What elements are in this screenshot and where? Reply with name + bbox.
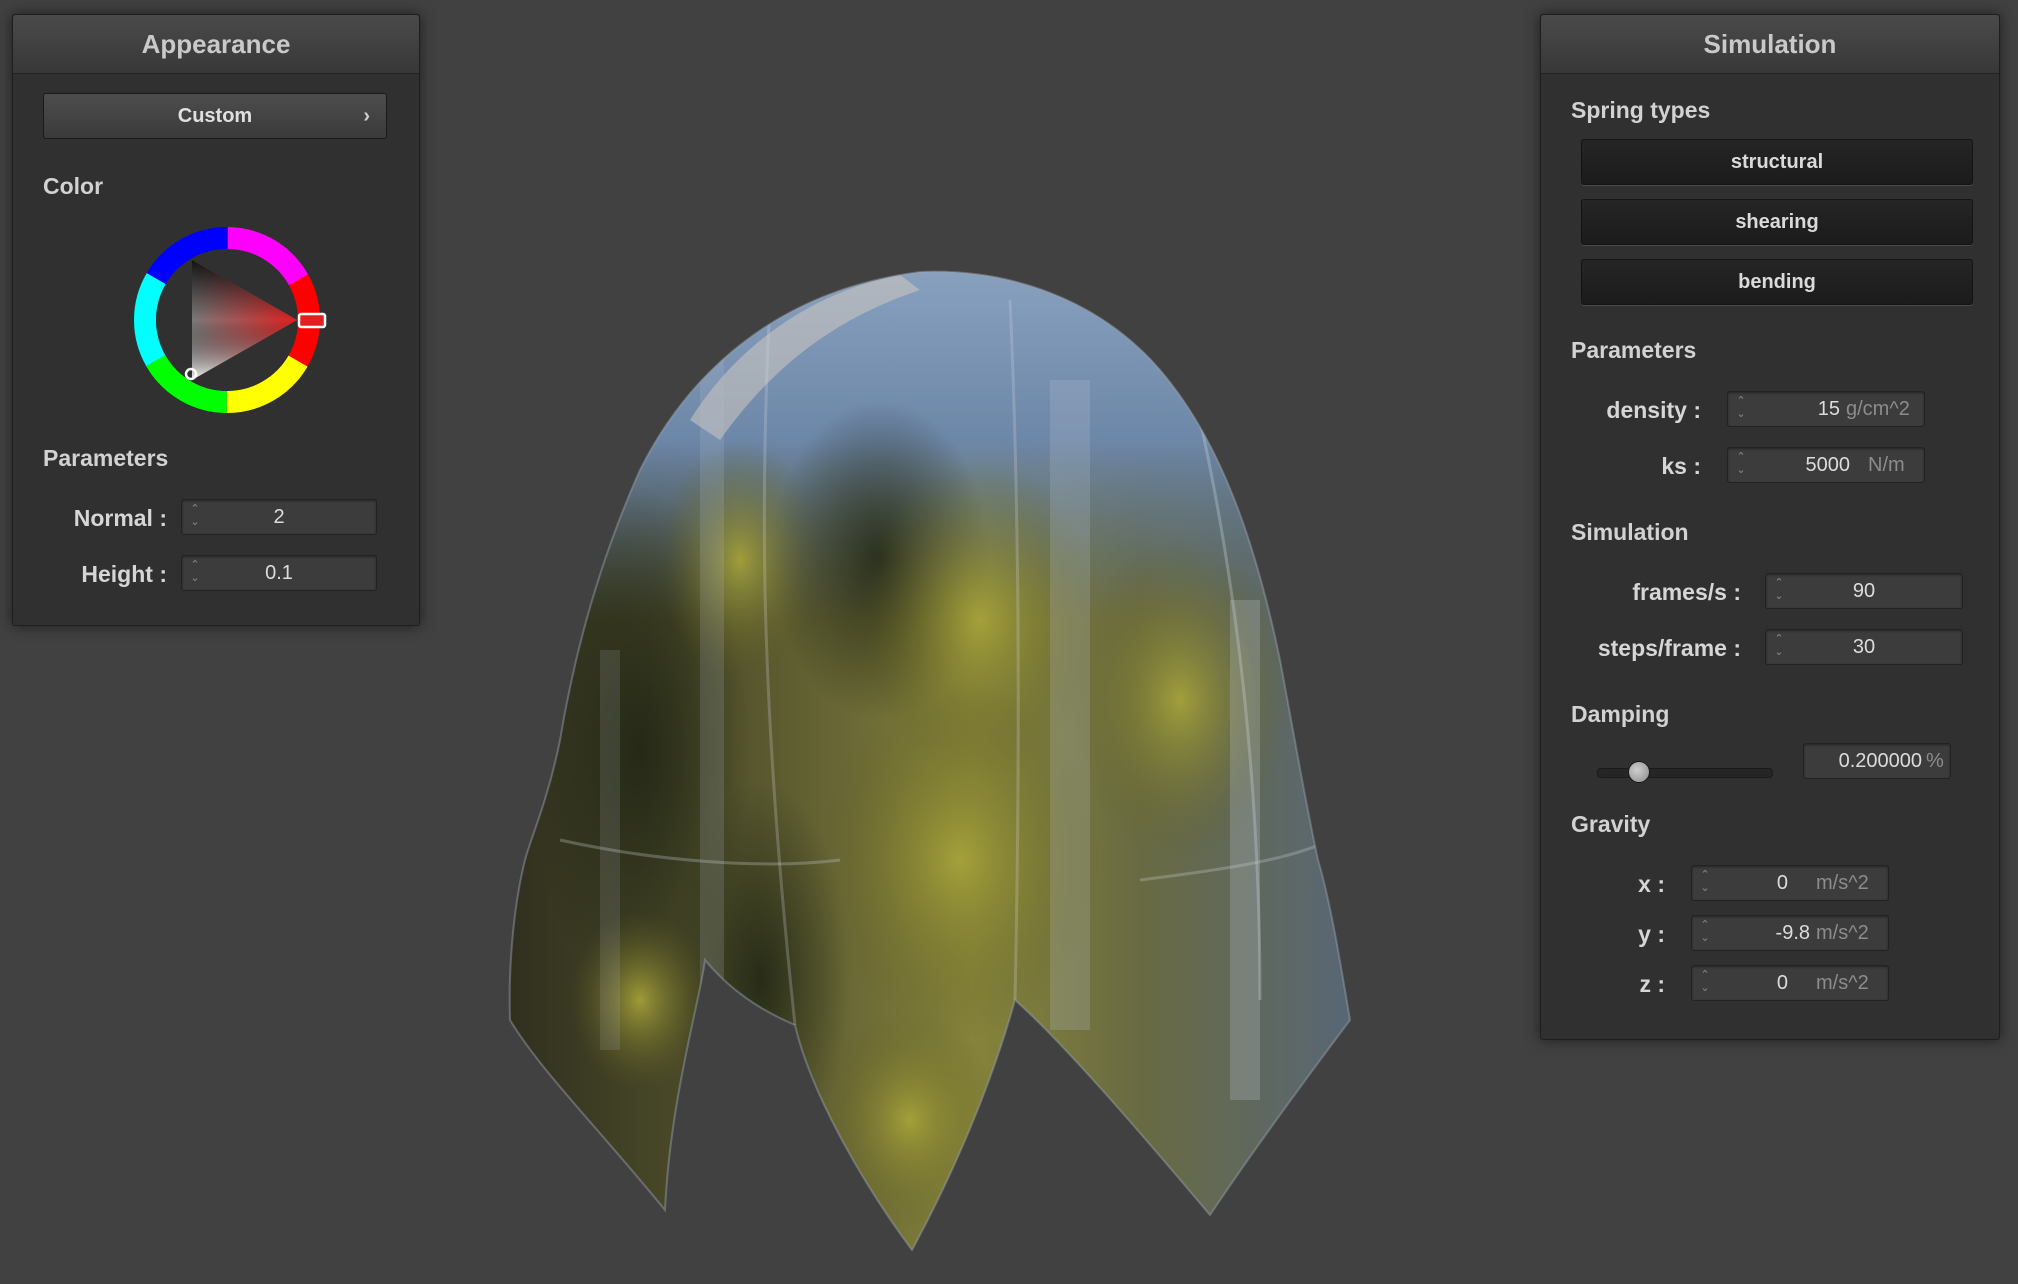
ks-label: ks : bbox=[1661, 453, 1701, 479]
gravity-z-unit: m/s^2 bbox=[1816, 972, 1869, 994]
density-unit: g/cm^2 bbox=[1846, 398, 1910, 420]
gravity-x-value: 0 bbox=[1776, 872, 1788, 894]
normal-value: 2 bbox=[273, 506, 285, 528]
height-value: 0.1 bbox=[265, 562, 293, 584]
normal-label: Normal : bbox=[73, 505, 167, 531]
spin-arrows-icon[interactable]: ⌃ ⌄ bbox=[1698, 969, 1712, 997]
gravity-z-spinbox[interactable]: ⌃ ⌄ 0 m/s^2 bbox=[1691, 965, 1889, 1001]
damping-slider-track bbox=[1597, 768, 1773, 778]
simulation-panel: Simulation Spring types structural shear… bbox=[1540, 14, 2000, 1040]
ks-unit: N/m bbox=[1868, 454, 1905, 476]
gravity-y-value: -9.8 bbox=[1775, 922, 1810, 944]
damping-value-field[interactable]: 0.200000 % bbox=[1803, 743, 1951, 779]
gravity-z-label: z : bbox=[1639, 971, 1665, 997]
steps-per-frame-value: 30 bbox=[1852, 636, 1876, 658]
height-spinbox[interactable]: ⌃ ⌄ 0.1 bbox=[181, 555, 377, 591]
gravity-z-value: 0 bbox=[1776, 972, 1788, 994]
steps-per-frame-spinbox[interactable]: ⌃ ⌄ 30 bbox=[1765, 629, 1963, 665]
simulation-section-label: Simulation bbox=[1571, 519, 1689, 545]
frames-per-second-spinbox[interactable]: ⌃ ⌄ 90 bbox=[1765, 573, 1963, 609]
gravity-y-spinbox[interactable]: ⌃ ⌄ -9.8 m/s^2 bbox=[1691, 915, 1889, 951]
spin-arrows-icon[interactable]: ⌃ ⌄ bbox=[1734, 451, 1748, 479]
frames-per-second-value: 90 bbox=[1852, 580, 1876, 602]
density-value: 15 bbox=[1817, 398, 1840, 420]
gravity-y-unit: m/s^2 bbox=[1816, 922, 1869, 944]
height-label: Height : bbox=[81, 561, 167, 587]
spin-arrows-icon[interactable]: ⌃ ⌄ bbox=[1698, 919, 1712, 947]
appearance-parameters-label: Parameters bbox=[43, 445, 169, 471]
appearance-preset-label: Custom bbox=[177, 105, 253, 127]
damping-slider[interactable] bbox=[1597, 759, 1773, 785]
simulation-panel-title: Simulation bbox=[1541, 15, 1999, 74]
color-section-label: Color bbox=[43, 173, 104, 199]
appearance-panel-title: Appearance bbox=[13, 15, 419, 74]
ks-spinbox[interactable]: ⌃ ⌄ 5000 N/m bbox=[1727, 447, 1925, 483]
damping-label: Damping bbox=[1571, 701, 1670, 727]
simulation-parameters-label: Parameters bbox=[1571, 337, 1697, 363]
structural-button[interactable]: structural bbox=[1581, 139, 1973, 185]
spin-arrows-icon[interactable]: ⌃ ⌄ bbox=[1698, 869, 1712, 897]
gravity-x-spinbox[interactable]: ⌃ ⌄ 0 m/s^2 bbox=[1691, 865, 1889, 901]
appearance-preset-button[interactable]: Custom › bbox=[43, 93, 387, 139]
3d-viewport[interactable]: Appearance Custom › Color Parameters Nor… bbox=[0, 0, 2018, 1284]
gravity-x-label: x : bbox=[1638, 871, 1665, 897]
gravity-x-unit: m/s^2 bbox=[1816, 872, 1869, 894]
frames-per-second-label: frames/s : bbox=[1632, 579, 1741, 605]
density-label: density : bbox=[1606, 397, 1701, 423]
normal-spinbox[interactable]: ⌃ ⌄ 2 bbox=[181, 499, 377, 535]
gravity-y-label: y : bbox=[1638, 921, 1665, 947]
shearing-button[interactable]: shearing bbox=[1581, 199, 1973, 245]
hue-marker[interactable] bbox=[297, 312, 327, 329]
damping-slider-thumb[interactable] bbox=[1627, 761, 1650, 783]
gravity-label: Gravity bbox=[1571, 811, 1651, 837]
appearance-panel: Appearance Custom › Color Parameters Nor… bbox=[12, 14, 420, 626]
ks-value: 5000 bbox=[1805, 454, 1851, 476]
density-spinbox[interactable]: ⌃ ⌄ 15 g/cm^2 bbox=[1727, 391, 1925, 427]
color-wheel[interactable] bbox=[127, 220, 327, 420]
spring-types-label: Spring types bbox=[1571, 97, 1711, 123]
bending-button[interactable]: bending bbox=[1581, 259, 1973, 305]
damping-value: 0.200000 bbox=[1838, 750, 1922, 772]
damping-unit: % bbox=[1926, 750, 1944, 772]
chevron-right-icon: › bbox=[363, 105, 370, 127]
spin-arrows-icon[interactable]: ⌃ ⌄ bbox=[1734, 395, 1748, 423]
steps-per-frame-label: steps/frame : bbox=[1597, 635, 1741, 661]
